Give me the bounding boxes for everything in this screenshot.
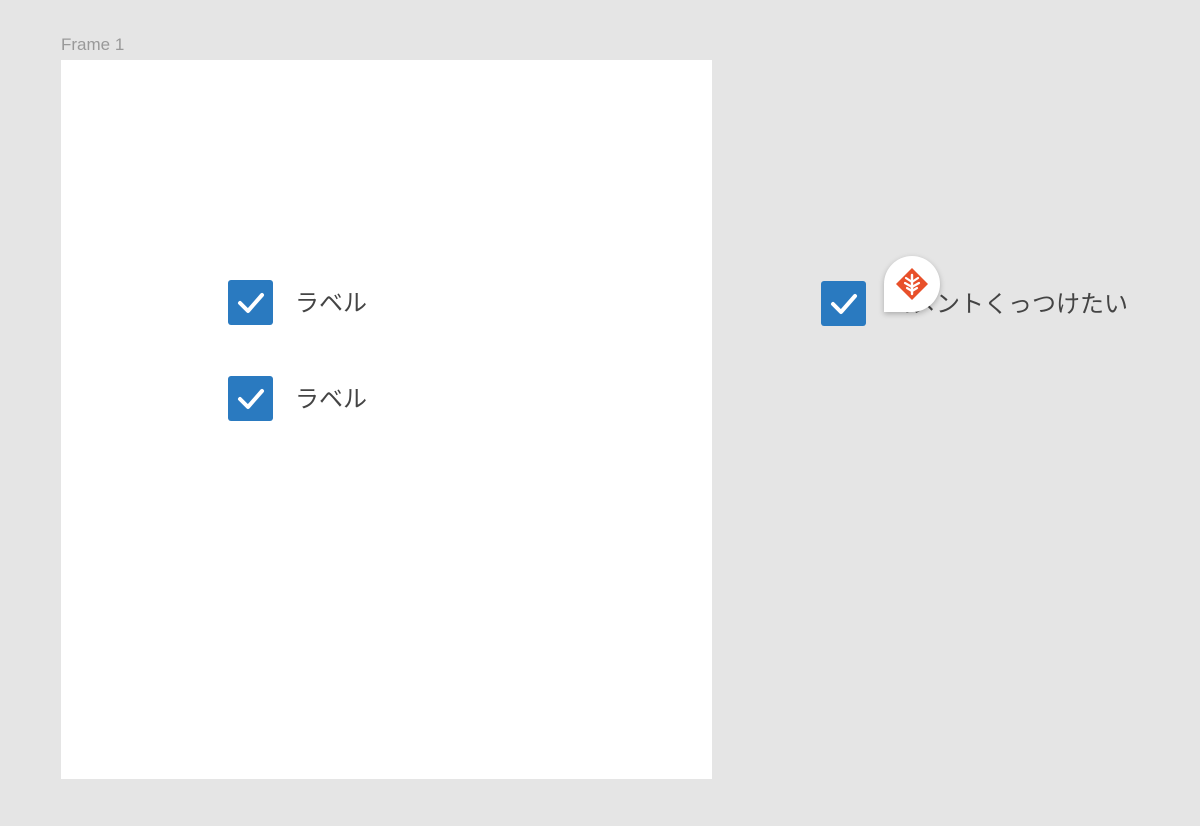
checkmark-icon [237,388,264,409]
frame-label[interactable]: Frame 1 [61,35,124,55]
checkmark-icon [237,292,264,313]
frame[interactable]: ラベル ラベル [61,60,712,779]
checkbox-label: ラベル [295,384,367,413]
checkbox-row[interactable]: コメントくっつけたい [821,281,1128,326]
comment-pin[interactable] [884,256,940,312]
checkbox-row[interactable]: ラベル [228,280,367,325]
checkbox-label: ラベル [295,288,367,317]
checkbox[interactable] [228,280,273,325]
checkbox[interactable] [228,376,273,421]
checkbox-row[interactable]: ラベル [228,376,367,421]
checkmark-icon [830,293,857,314]
checkbox[interactable] [821,281,866,326]
tree-logo-icon [896,268,928,300]
